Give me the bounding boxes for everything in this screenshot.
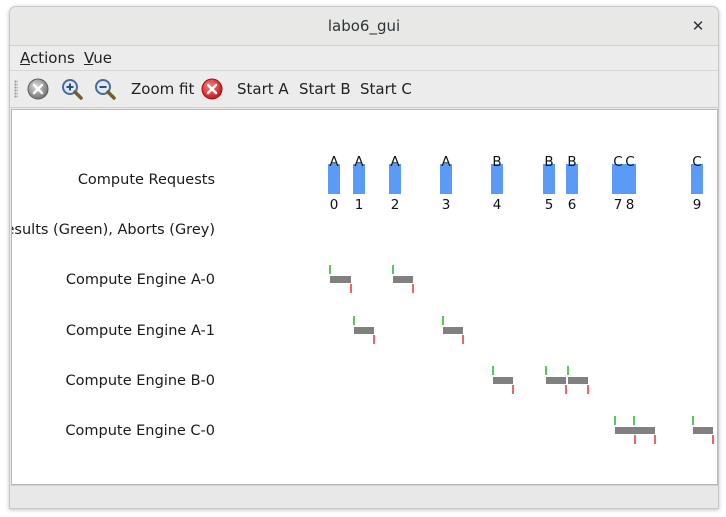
engine-busy-bar	[330, 276, 351, 283]
zoom-in-icon	[62, 79, 83, 100]
row-label: Compute Engine C-0	[65, 423, 215, 439]
request-id-label: 3	[442, 197, 451, 213]
request-engine-label: A	[329, 154, 339, 170]
row-label: Compute Engine B-0	[66, 373, 215, 389]
request-id-label: 6	[568, 197, 577, 213]
request-id-label: 9	[693, 197, 702, 213]
cancel-button[interactable]	[201, 71, 225, 107]
cancel-icon	[201, 78, 223, 100]
menu-actions-label: ctions	[30, 49, 75, 67]
request-id-label: 2	[391, 197, 400, 213]
request-engine-label: A	[390, 154, 400, 170]
menu-vue-mnemonic: V	[84, 49, 94, 67]
timeline-chart: Compute Requests Results (Green), Aborts …	[10, 154, 714, 444]
row-label: Results (Green), Aborts (Grey)	[12, 222, 215, 238]
engine-busy-bar	[568, 377, 588, 384]
menu-bar: Actions Vue	[10, 46, 718, 71]
title-bar[interactable]: labo6_gui ✕	[10, 7, 718, 46]
engine-busy-bar	[693, 427, 713, 434]
start-c-button[interactable]: Start C	[360, 71, 412, 107]
row-label: Compute Requests	[78, 172, 215, 188]
menu-actions[interactable]: Actions	[20, 46, 75, 70]
request-id-label: 8	[626, 197, 635, 213]
request-id-label: 1	[355, 197, 364, 213]
engine-busy-bar	[493, 377, 513, 384]
request-id-label: 7	[614, 197, 623, 213]
row-label: Compute Engine A-1	[66, 323, 215, 339]
engine-busy-bar	[615, 427, 635, 434]
menu-vue[interactable]: Vue	[84, 46, 112, 70]
timeline-canvas[interactable]: Compute Requests Results (Green), Aborts …	[10, 109, 718, 485]
start-b-button[interactable]: Start B	[299, 71, 351, 107]
zoom-out-icon	[95, 79, 116, 100]
request-id-label: 0	[330, 197, 339, 213]
stop-icon	[27, 78, 49, 100]
request-engine-label: B	[492, 154, 501, 170]
stop-button[interactable]	[27, 71, 51, 107]
row-label: Compute Engine A-0	[66, 272, 215, 288]
zoom-in-button[interactable]	[60, 71, 84, 107]
menu-actions-mnemonic: A	[20, 49, 30, 67]
app-window: labo6_gui ✕ Actions Vue Zoom fit Start A…	[9, 6, 719, 509]
request-engine-label: A	[441, 154, 451, 170]
zoom-fit-button[interactable]: Zoom fit	[131, 71, 194, 107]
request-id-label: 4	[493, 197, 502, 213]
start-a-button[interactable]: Start A	[237, 71, 289, 107]
zoom-out-button[interactable]	[93, 71, 117, 107]
toolbar-grip[interactable]	[14, 80, 18, 98]
status-bar	[10, 485, 718, 508]
engine-busy-bar	[443, 327, 463, 334]
engine-busy-bar	[354, 327, 374, 334]
close-window-button[interactable]: ✕	[688, 16, 708, 36]
toolbar: Zoom fit Start A Start B Start C	[10, 71, 718, 108]
menu-vue-label: ue	[93, 49, 112, 67]
request-id-label: 5	[545, 197, 554, 213]
request-engine-label: C	[692, 154, 701, 170]
engine-busy-bar	[546, 377, 566, 384]
request-engine-label: B	[544, 154, 553, 170]
request-engine-label: B	[567, 154, 576, 170]
request-engine-label: A	[354, 154, 364, 170]
request-engine-label: C	[625, 154, 634, 170]
request-engine-label: C	[613, 154, 622, 170]
engine-busy-bar	[634, 427, 655, 434]
window-title: labo6_gui	[327, 17, 401, 35]
engine-busy-bar	[393, 276, 413, 283]
